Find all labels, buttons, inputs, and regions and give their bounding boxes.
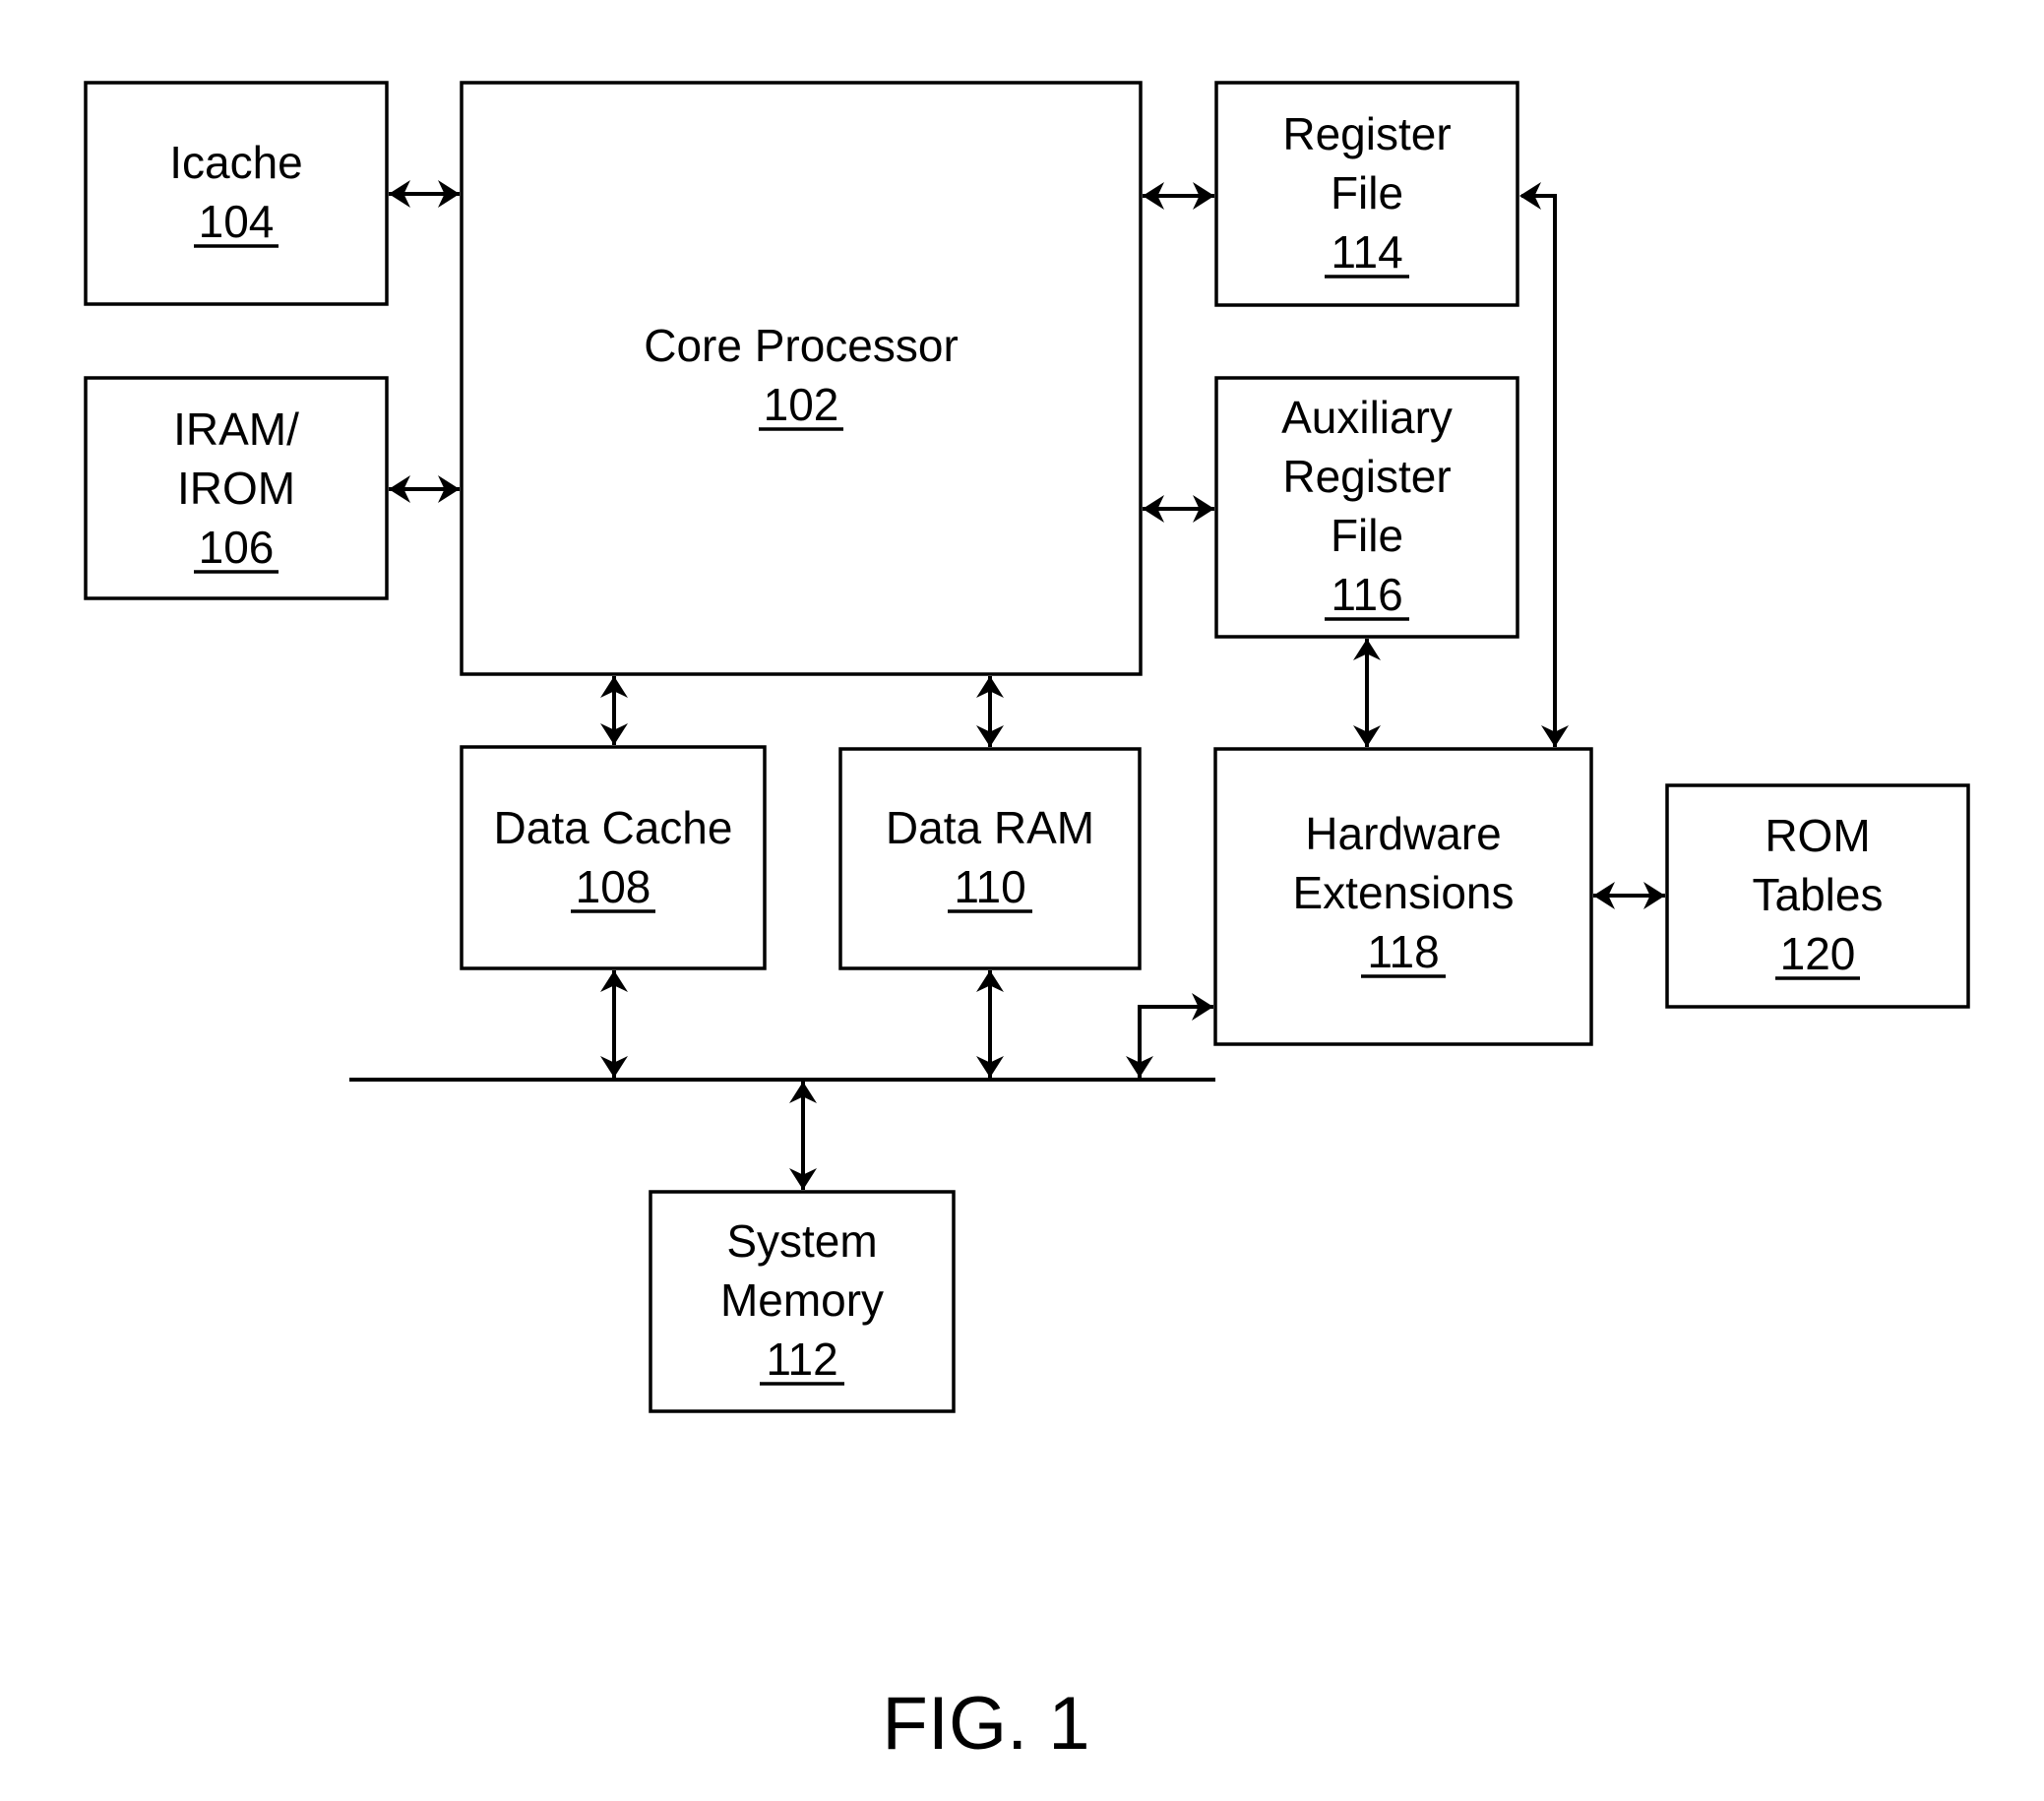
auxiliary-register-file-label-line: Register (1282, 451, 1451, 502)
core-processor-block: Core Processor 102 (460, 81, 1143, 676)
data-cache-reference-number: 108 (576, 861, 651, 912)
register-file-reference-number: 114 (1331, 226, 1402, 278)
system-memory-block: System Memory 112 (649, 1190, 956, 1413)
icache-reference-number: 104 (199, 196, 275, 247)
icache-box (84, 81, 389, 306)
core-data-ram-arrow (976, 676, 1004, 747)
auxiliary-register-file-block: Auxiliary Register File 116 (1214, 376, 1519, 639)
core-aux-register-arrow (1143, 495, 1214, 523)
register-file-label-line: File (1331, 167, 1403, 218)
system-memory-reference-number: 112 (766, 1334, 837, 1385)
core-processor-label-line: Core Processor (644, 320, 959, 371)
rom-tables-reference-number: 120 (1780, 928, 1856, 979)
rom-tables-label-line: Tables (1753, 869, 1884, 920)
icache-core-arrow (389, 180, 460, 208)
data-cache-box (460, 745, 767, 970)
iram-irom-reference-number: 106 (199, 522, 275, 573)
data-cache-bus-arrow (600, 970, 628, 1078)
rom-tables-label-line: ROM (1765, 810, 1870, 861)
auxiliary-register-file-reference-number: 116 (1331, 569, 1402, 620)
data-ram-block: Data RAM 110 (838, 747, 1142, 970)
hw-rom-tables-arrow (1593, 882, 1665, 909)
data-ram-bus-arrow (976, 970, 1004, 1078)
core-processor-reference-number: 102 (764, 379, 839, 430)
hardware-extensions-block: Hardware Extensions 118 (1213, 747, 1593, 1046)
iram-irom-label-line: IROM (177, 463, 295, 514)
blocks-layer: Icache 104 IRAM/IROM 106 Core Processor 102 Re… (84, 81, 1970, 1413)
hardware-extensions-label-line: Extensions (1292, 867, 1514, 918)
data-ram-label-line: Data RAM (886, 802, 1094, 853)
bus-hw-arrow-line (1138, 1005, 1213, 1078)
register-file-label-line: Register (1282, 108, 1451, 159)
iram-irom-block: IRAM/IROM 106 (84, 376, 389, 600)
auxiliary-register-file-label-line: File (1331, 510, 1403, 561)
hardware-extensions-reference-number: 118 (1367, 926, 1439, 977)
aux-register-hw-arrow (1353, 639, 1381, 747)
register-file-hw-arrow-line (1521, 194, 1557, 747)
bus-hw-arrow (1126, 993, 1213, 1078)
iram-irom-label-line: IRAM/ (173, 404, 299, 455)
system-memory-label-line: System (726, 1215, 877, 1267)
system-memory-label-line: Memory (720, 1274, 884, 1326)
register-file-hw-arrow (1519, 182, 1569, 747)
data-ram-reference-number: 110 (954, 861, 1025, 912)
data-cache-label-line: Data Cache (494, 802, 733, 853)
bus-system-memory-arrow (789, 1082, 817, 1190)
rom-tables-block: ROM Tables 120 (1665, 783, 1970, 1009)
figure-caption: FIG. 1 (882, 1682, 1089, 1766)
block-diagram: Icache 104 IRAM/IROM 106 Core Processor 102 Re… (84, 81, 1970, 1766)
auxiliary-register-file-label-line: Auxiliary (1281, 392, 1453, 443)
core-register-file-arrow (1143, 182, 1214, 210)
register-file-block: Register File 114 (1214, 81, 1519, 307)
icache-label-line: Icache (169, 137, 303, 188)
data-cache-block: Data Cache 108 (460, 745, 767, 970)
icache-block: Icache 104 (84, 81, 389, 306)
data-ram-box (838, 747, 1142, 970)
iram-core-arrow (389, 475, 460, 503)
core-data-cache-arrow (600, 676, 628, 745)
hardware-extensions-label-line: Hardware (1305, 808, 1501, 859)
